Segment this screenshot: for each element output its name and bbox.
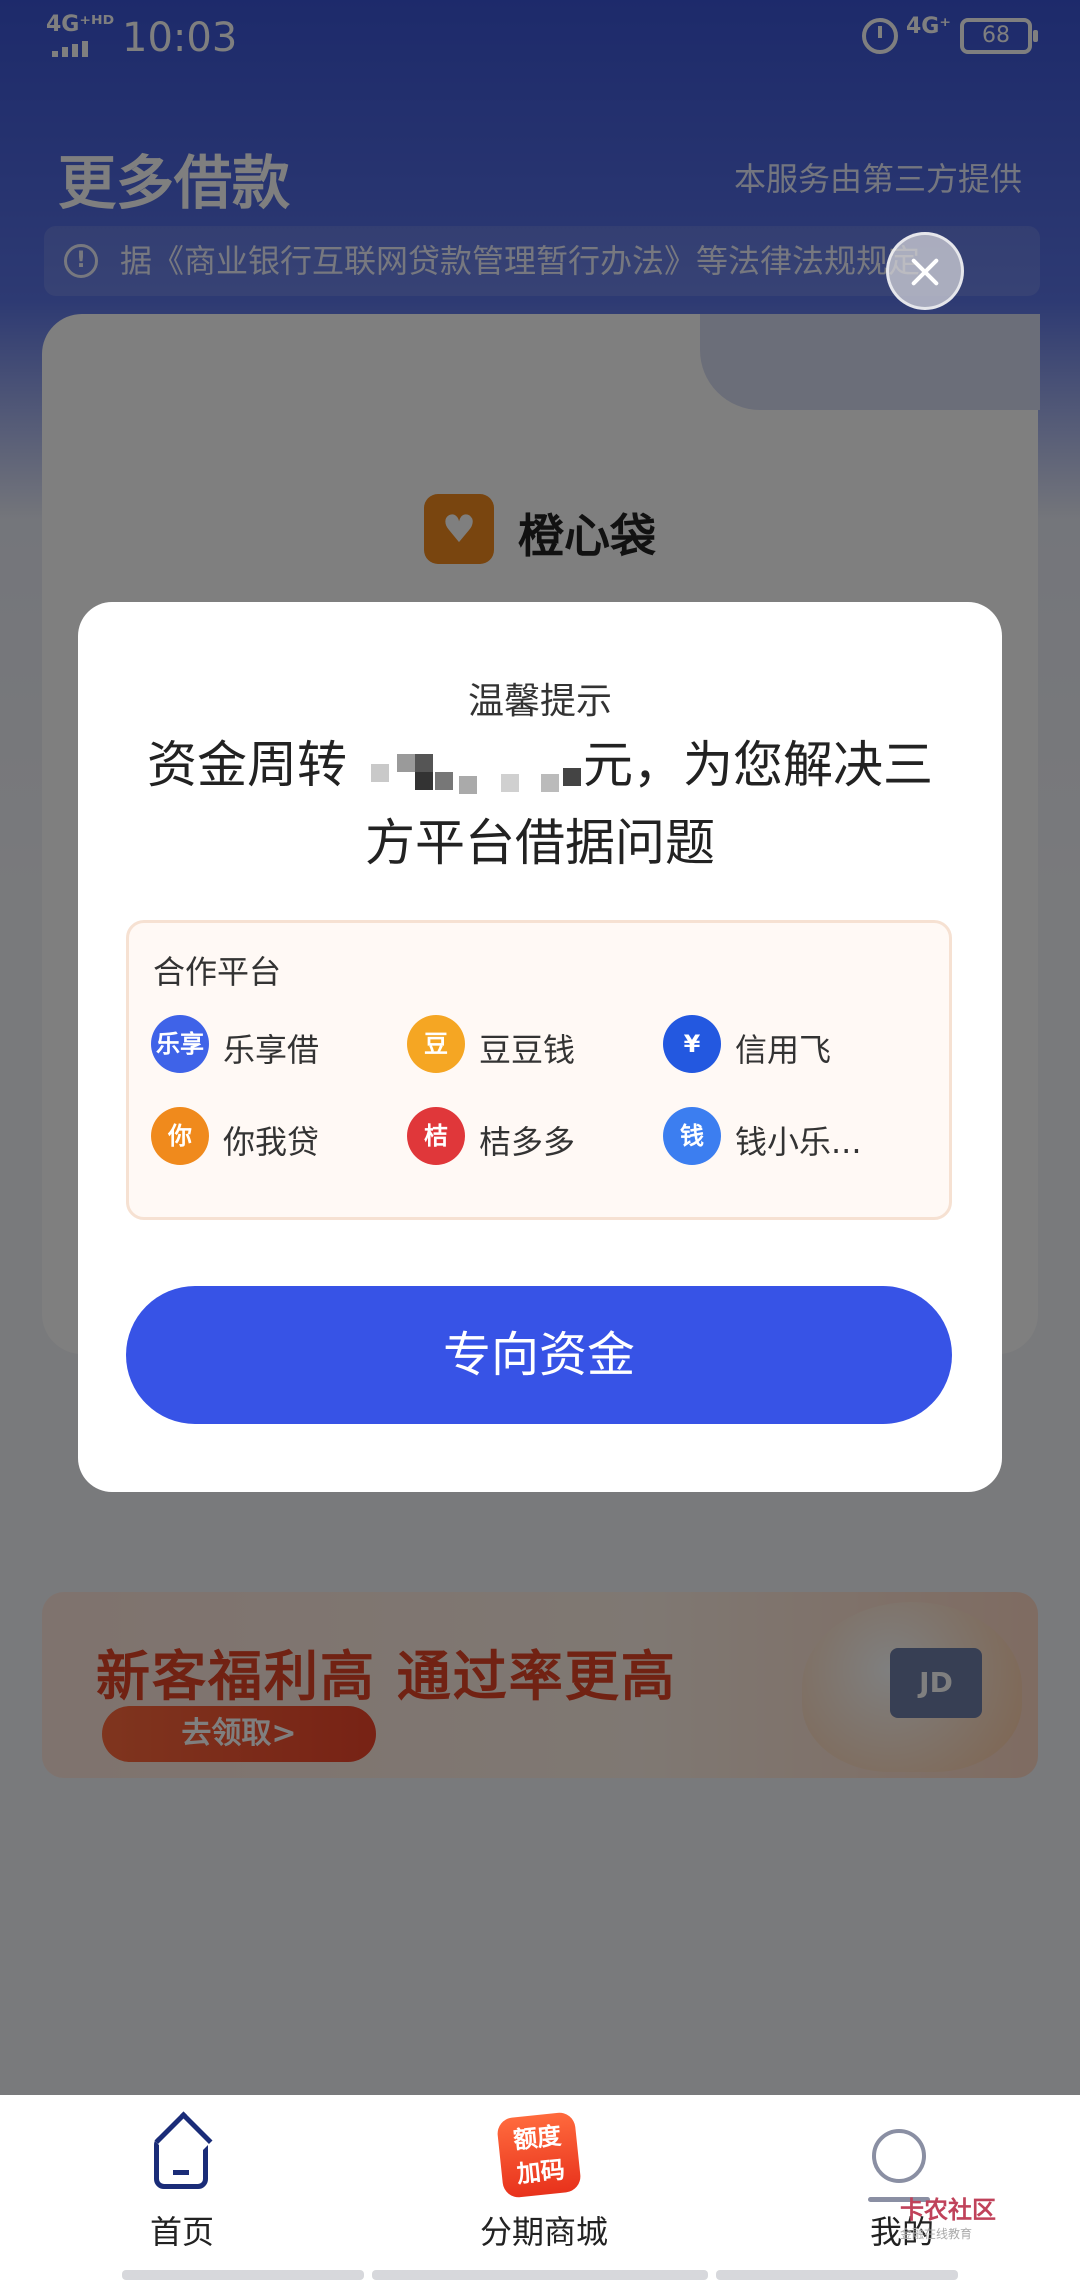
partners-heading: 合作平台 (153, 953, 282, 991)
modal-title: 温馨提示 (467, 681, 612, 722)
nav-label: 分期商城 (480, 2213, 609, 2251)
partner-name: 乐享借 (223, 1031, 320, 1069)
gesture-bar (716, 2270, 958, 2280)
tip-modal: 温馨提示 资金周转 元，为您解决三方平台借据问题 合作平台 乐享 乐享借 豆 豆… (78, 602, 1002, 1492)
redacted-amount (363, 744, 583, 794)
modal-message: 资金周转 元，为您解决三方平台借据问题 (128, 726, 952, 882)
message-prefix: 资金周转 (147, 736, 348, 794)
home-icon (154, 2135, 208, 2189)
partner-name: 你我贷 (223, 1123, 320, 1161)
dedicated-funds-button[interactable]: 专向资金 (126, 1286, 952, 1424)
qianxiaole-logo-icon: 钱 (663, 1107, 721, 1165)
xinyongfei-logo-icon: ¥ (663, 1015, 721, 1073)
watermark-subtitle: 金融在线教育 (900, 2227, 973, 2241)
partner-name: 信用飞 (735, 1031, 832, 1069)
profile-icon (868, 2129, 930, 2202)
partner-name: 钱小乐... (735, 1123, 862, 1161)
gesture-bar (122, 2270, 364, 2280)
juduoduo-logo-icon: 桔 (407, 1107, 465, 1165)
doudouqian-logo-icon: 豆 (407, 1015, 465, 1073)
nav-mall[interactable]: 额度 加码 分期商城 (360, 2095, 720, 2255)
nav-label: 首页 (150, 2213, 215, 2251)
partner-name: 豆豆钱 (479, 1031, 576, 1069)
gesture-bar (372, 2270, 708, 2280)
watermark-title: 卡农社区 (900, 2196, 996, 2224)
nav-home[interactable]: 首页 (0, 2095, 360, 2255)
lexiangjie-logo-icon: 乐享 (151, 1015, 209, 1073)
bottom-nav: 首页 额度 加码 分期商城 我的 (0, 2095, 1080, 2280)
partner-name: 桔多多 (479, 1123, 576, 1161)
partner-platforms: 合作平台 乐享 乐享借 豆 豆豆钱 ¥ 信用飞 你 你我贷 桔 桔多多 钱 钱小… (126, 920, 952, 1220)
mall-badge-icon: 额度 加码 (496, 2111, 582, 2199)
niwodai-logo-icon: 你 (151, 1107, 209, 1165)
watermark-logo: 卡农社区 金融在线教育 (900, 2190, 1050, 2241)
close-button[interactable] (886, 232, 964, 310)
